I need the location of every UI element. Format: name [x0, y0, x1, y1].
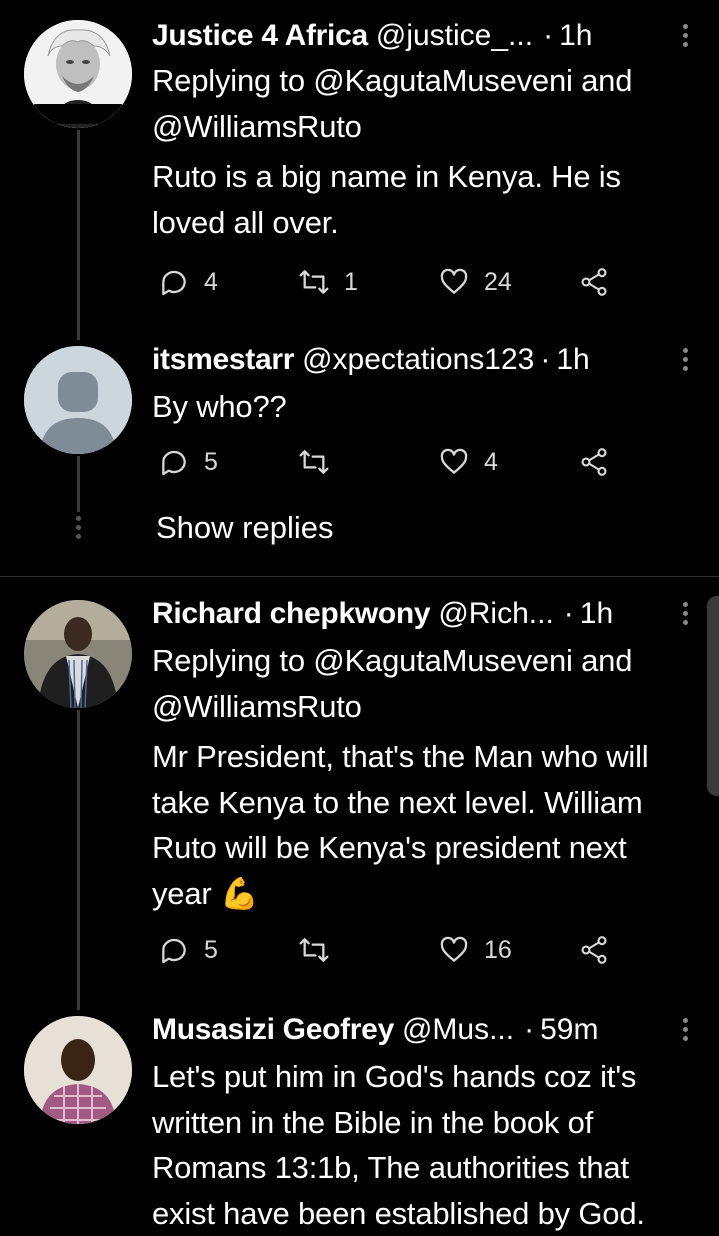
share-icon — [581, 936, 607, 964]
retweet-icon — [299, 270, 329, 294]
scrollbar[interactable] — [707, 596, 719, 796]
share-button[interactable] — [578, 934, 610, 966]
share-icon — [581, 268, 607, 296]
display-name[interactable]: Musasizi Geofrey — [152, 1013, 394, 1047]
retweet-count: 1 — [344, 267, 358, 296]
more-icon[interactable] — [681, 24, 689, 50]
user-handle[interactable]: @Mus... — [402, 1013, 514, 1047]
reply-button[interactable]: 5 — [158, 446, 218, 478]
like-count: 4 — [484, 447, 498, 476]
tweet-text: By who?? — [152, 389, 287, 424]
like-button[interactable]: 24 — [438, 266, 512, 298]
tweet-text: Let's put him in God's hands coz it's wr… — [152, 1059, 645, 1231]
separator: · — [524, 1013, 535, 1046]
reply-button[interactable]: 4 — [158, 266, 218, 298]
timestamp: 1h — [579, 597, 614, 630]
reply-count: 5 — [204, 447, 218, 476]
share-icon — [581, 448, 607, 476]
display-name[interactable]: itsmestarr — [152, 343, 294, 377]
retweet-icon — [299, 938, 329, 962]
more-icon[interactable] — [681, 1018, 689, 1044]
retweet-icon — [299, 450, 329, 474]
avatar[interactable] — [24, 346, 132, 454]
retweet-button[interactable] — [298, 934, 344, 966]
timestamp: 1h — [556, 343, 590, 376]
more-icon[interactable] — [681, 348, 689, 374]
timestamp: 59m — [540, 1013, 599, 1046]
like-icon — [440, 448, 468, 474]
user-handle[interactable]: @justice_... — [376, 19, 533, 53]
more-icon[interactable] — [681, 602, 689, 628]
like-count: 16 — [484, 935, 512, 964]
retweet-button[interactable] — [298, 446, 344, 478]
tweet-header: Musasizi Geofrey @Mus... · 59m — [152, 1010, 699, 1050]
tweet-text: Ruto is a big name in Kenya. He is loved… — [152, 159, 621, 240]
share-button[interactable] — [578, 446, 610, 478]
user-handle[interactable]: @xpectations123 — [302, 343, 534, 377]
separator: · — [563, 597, 574, 630]
reply-count: 4 — [204, 267, 218, 296]
separator: · — [543, 19, 554, 52]
timestamp: 1h — [559, 19, 593, 52]
reply-count: 5 — [204, 935, 218, 964]
display-name[interactable]: Richard chepkwony — [152, 597, 431, 631]
replying-to[interactable]: Replying to @KagutaMuseveni and @William… — [152, 638, 692, 729]
thread-line — [77, 710, 80, 1010]
separator: · — [540, 343, 551, 376]
like-button[interactable]: 16 — [438, 934, 512, 966]
thread-line — [77, 456, 80, 512]
reply-icon — [162, 938, 186, 964]
display-name[interactable]: Justice 4 Africa — [152, 19, 368, 53]
avatar[interactable] — [24, 20, 132, 128]
share-button[interactable] — [578, 266, 610, 298]
tweet-header: Richard chepkwony @Rich... · 1h — [152, 594, 699, 634]
like-icon — [440, 936, 468, 962]
reply-icon — [162, 270, 186, 296]
like-count: 24 — [484, 267, 512, 296]
tweet-header: Justice 4 Africa @justice_... · 1h — [152, 16, 699, 56]
tweet-header: itsmestarr @xpectations123 · 1h — [152, 340, 699, 380]
divider — [0, 576, 719, 577]
reply-icon — [162, 450, 186, 476]
like-button[interactable]: 4 — [438, 446, 498, 478]
thread-continuation-dots — [76, 516, 82, 543]
avatar[interactable] — [24, 600, 132, 708]
thread-line — [77, 130, 80, 340]
show-replies-link[interactable]: Show replies — [156, 510, 333, 546]
user-handle[interactable]: @Rich... — [438, 597, 553, 631]
tweet-text: Mr President, that's the Man who will ta… — [152, 734, 672, 916]
avatar[interactable] — [24, 1016, 132, 1124]
reply-button[interactable]: 5 — [158, 934, 218, 966]
like-icon — [440, 268, 468, 294]
retweet-button[interactable]: 1 — [298, 266, 358, 298]
replying-to[interactable]: Replying to @KagutaMuseveni and @William… — [152, 58, 692, 149]
emoji-flexed-biceps: 💪 — [219, 875, 259, 911]
